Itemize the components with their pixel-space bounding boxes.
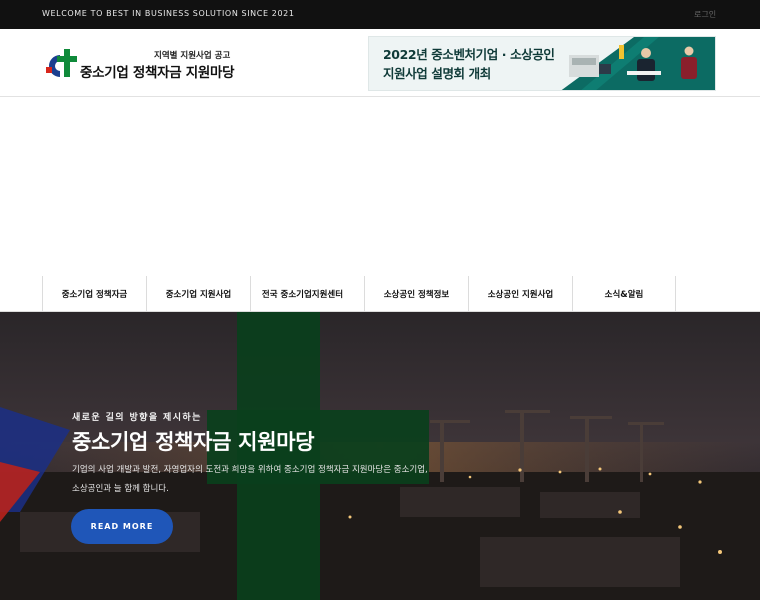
nav-item-support-centers[interactable]: 전국 중소기업지원센터 <box>250 276 354 312</box>
top-bar: WELCOME TO BEST IN BUSINESS SOLUTION SIN… <box>0 0 760 29</box>
hero-title: 중소기업 정책자금 지원마당 <box>72 430 315 454</box>
empty-content-area <box>0 98 760 276</box>
site-logo[interactable]: 지역별 지원사업 공고 중소기업 정책자금 지원마당 <box>42 47 235 81</box>
logo-title: 중소기업 정책자금 지원마당 <box>80 65 235 81</box>
hero-description: 기업의 사업 개발과 발전, 자영업자의 도전과 희망을 위하여 중소기업 정책… <box>72 465 428 494</box>
nav-item-small-business-support[interactable]: 소상공인 지원사업 <box>468 276 572 312</box>
banner-line-2: 지원사업 설명회 개최 <box>383 66 491 81</box>
welcome-text: WELCOME TO BEST IN BUSINESS SOLUTION SIN… <box>42 9 295 18</box>
banner-illustration <box>561 37 715 90</box>
banner-line-1: 2022년 중소벤처기업 · 소상공인 <box>383 47 555 62</box>
read-more-button[interactable]: READ MORE <box>71 509 173 544</box>
nav-item-sme-policy-fund[interactable]: 중소기업 정책자금 <box>42 276 146 312</box>
site-header: 지역별 지원사업 공고 중소기업 정책자금 지원마당 2022년 중소벤처기업 … <box>0 29 760 97</box>
logo-subtitle: 지역별 지원사업 공고 <box>154 51 231 61</box>
hero-kicker: 새로운 길의 방향을 제시하는 <box>72 413 202 423</box>
c-plus-logo-icon <box>46 49 77 77</box>
hero-background <box>0 312 760 600</box>
briefing-banner[interactable]: 2022년 중소벤처기업 · 소상공인 지원사업 설명회 개최 <box>368 36 716 91</box>
login-link[interactable]: 로그인 <box>694 9 716 20</box>
nav-item-sme-support[interactable]: 중소기업 지원사업 <box>146 276 250 312</box>
nav-item-small-business-policy[interactable]: 소상공인 정책정보 <box>364 276 468 312</box>
nav-item-news[interactable]: 소식&알림 <box>572 276 676 312</box>
hero-section: 새로운 길의 방향을 제시하는 중소기업 정책자금 지원마당 기업의 사업 개발… <box>0 312 760 600</box>
main-navigation: 중소기업 정책자금 중소기업 지원사업 전국 중소기업지원센터 소상공인 정책정… <box>0 276 760 312</box>
banner-text: 2022년 중소벤처기업 · 소상공인 지원사업 설명회 개최 <box>383 45 555 83</box>
